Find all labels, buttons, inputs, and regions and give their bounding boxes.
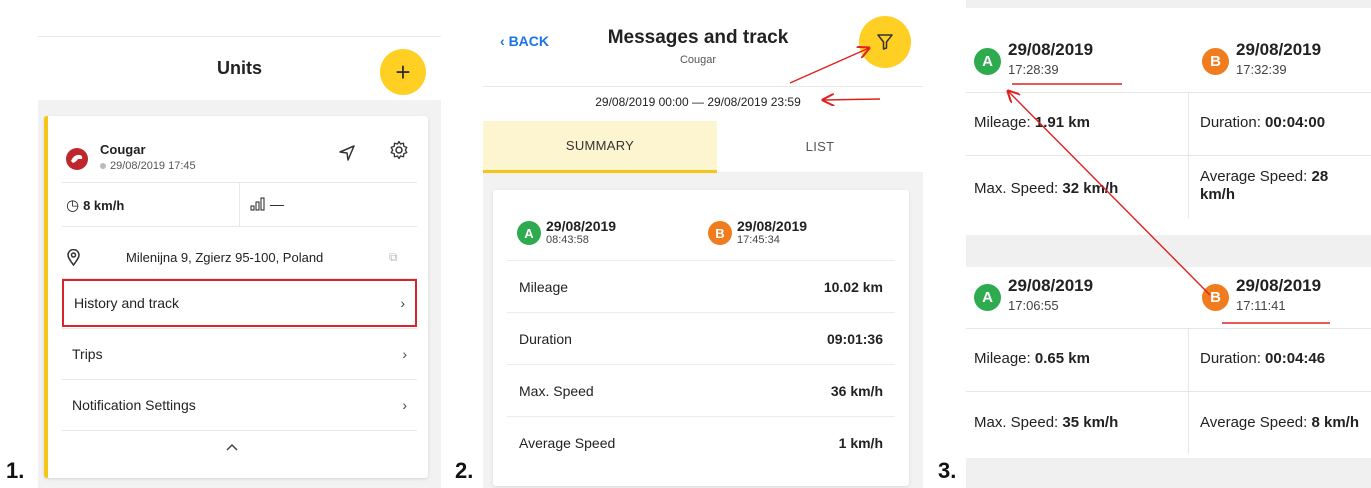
divider	[38, 36, 441, 37]
units-panel: Units + Cougar 29/08/2019 17:45 ◷ 8 km/h …	[38, 36, 441, 488]
trip-mileage: Mileage: 1.91 km	[974, 114, 1090, 131]
filter-button[interactable]	[859, 16, 911, 68]
add-unit-button[interactable]: +	[380, 49, 426, 95]
plus-icon: +	[395, 56, 411, 87]
point-b-date: 29/08/2019	[1236, 40, 1322, 59]
point-b-badge: B	[1202, 284, 1229, 311]
point-b-time: 17:11:41	[1236, 298, 1286, 313]
trip-average-speed: Average Speed: 8 km/h	[1200, 414, 1360, 431]
trip-duration: Duration: 00:04:00	[1200, 114, 1326, 131]
trip-mileage: Mileage: 0.65 km	[974, 350, 1090, 367]
step-label-2: 2.	[455, 458, 474, 483]
point-b-time: 17:32:39	[1236, 62, 1287, 77]
divider	[966, 155, 1371, 156]
point-a-badge: A	[974, 284, 1001, 311]
location-pin-icon	[66, 248, 81, 270]
divider	[62, 328, 417, 329]
menu-item-label: History and track	[74, 295, 180, 311]
signal-bars-icon	[250, 197, 265, 211]
point-b-time: 17:45:34	[737, 234, 780, 246]
point-b-badge: B	[1202, 48, 1229, 75]
unit-name[interactable]: Cougar	[100, 142, 146, 157]
divider	[966, 0, 1371, 8]
divider	[966, 92, 1371, 93]
point-b-date: 29/08/2019	[1236, 276, 1322, 295]
chevron-right-icon: ›	[400, 295, 405, 311]
date-range[interactable]: 29/08/2019 00:00 — 29/08/2019 23:59	[483, 95, 913, 109]
point-a-date: 29/08/2019	[1008, 40, 1094, 59]
messages-and-track-panel: ‹ BACK Messages and track Cougar 29/08/2…	[483, 0, 923, 488]
filter-icon	[877, 34, 893, 50]
divider	[62, 226, 417, 227]
divider	[62, 379, 417, 380]
point-a-badge: A	[517, 221, 541, 245]
tab-bar: SUMMARY LIST	[483, 121, 923, 173]
point-a-badge: A	[974, 48, 1001, 75]
menu-item-label: Trips	[72, 346, 103, 362]
gear-icon[interactable]	[389, 140, 409, 166]
menu-item-history-and-track[interactable]: History and track ›	[62, 279, 417, 327]
point-a-date: 29/08/2019	[1008, 276, 1094, 295]
page-title: Messages and track	[607, 27, 789, 48]
trip-duration: Duration: 00:04:46	[1200, 350, 1326, 367]
unit-last-update: 29/08/2019 17:45	[100, 160, 196, 172]
tab-summary[interactable]: SUMMARY	[483, 121, 717, 173]
trip-average-speed: Average Speed: 28 km/h	[1200, 168, 1329, 203]
back-button[interactable]: ‹ BACK	[500, 33, 549, 49]
speed-value: ◷ 8 km/h	[66, 197, 125, 214]
divider	[966, 235, 1371, 267]
trip-max-speed: Max. Speed: 32 km/h	[974, 180, 1119, 197]
summary-row-max-speed: Max. Speed 36 km/h	[507, 364, 895, 416]
unit-avatar-icon	[66, 148, 88, 170]
status-dot-icon	[100, 163, 106, 170]
copy-icon[interactable]: ⧉	[389, 250, 398, 265]
speedometer-icon: ◷	[66, 197, 80, 214]
chevron-up-icon[interactable]	[225, 439, 239, 455]
tab-list[interactable]: LIST	[717, 121, 923, 173]
divider	[483, 86, 923, 87]
summary-row-average-speed: Average Speed 1 km/h	[507, 416, 895, 468]
menu-item-label: Notification Settings	[72, 397, 196, 413]
point-b-date: 29/08/2019	[737, 218, 808, 234]
point-b-badge: B	[708, 221, 732, 245]
trips-list-panel: A 29/08/2019 17:28:39 B 29/08/2019 17:32…	[966, 0, 1371, 488]
trip-max-speed: Max. Speed: 35 km/h	[974, 414, 1119, 431]
divider	[239, 182, 240, 226]
chevron-right-icon: ›	[402, 346, 407, 362]
point-a-time: 17:06:55	[1008, 298, 1059, 313]
divider	[966, 391, 1371, 392]
point-a-time: 17:28:39	[1008, 62, 1059, 77]
summary-row-mileage: Mileage 10.02 km	[507, 260, 895, 312]
point-a-time: 08:43:58	[546, 234, 589, 246]
chevron-left-icon: ‹	[500, 33, 509, 49]
unit-card: Cougar 29/08/2019 17:45 ◷ 8 km/h — Mileni…	[44, 116, 428, 478]
page-subtitle: Cougar	[679, 54, 717, 66]
step-label-1: 1.	[6, 458, 25, 483]
locate-arrow-icon[interactable]	[338, 144, 356, 167]
divider	[966, 328, 1371, 329]
menu-item-trips[interactable]: Trips ›	[62, 330, 417, 378]
divider	[62, 430, 417, 431]
menu-item-notification-settings[interactable]: Notification Settings ›	[62, 381, 417, 429]
point-a-date: 29/08/2019	[546, 218, 617, 234]
chevron-right-icon: ›	[402, 397, 407, 413]
unit-address: Milenijna 9, Zgierz 95-100, Poland	[126, 250, 324, 265]
divider	[966, 458, 1371, 488]
summary-card: A 29/08/2019 08:43:58 B 29/08/2019 17:45…	[493, 190, 909, 486]
step-label-3: 3.	[938, 458, 957, 483]
summary-row-duration: Duration 09:01:36	[507, 312, 895, 364]
signal-value: —	[250, 196, 284, 212]
